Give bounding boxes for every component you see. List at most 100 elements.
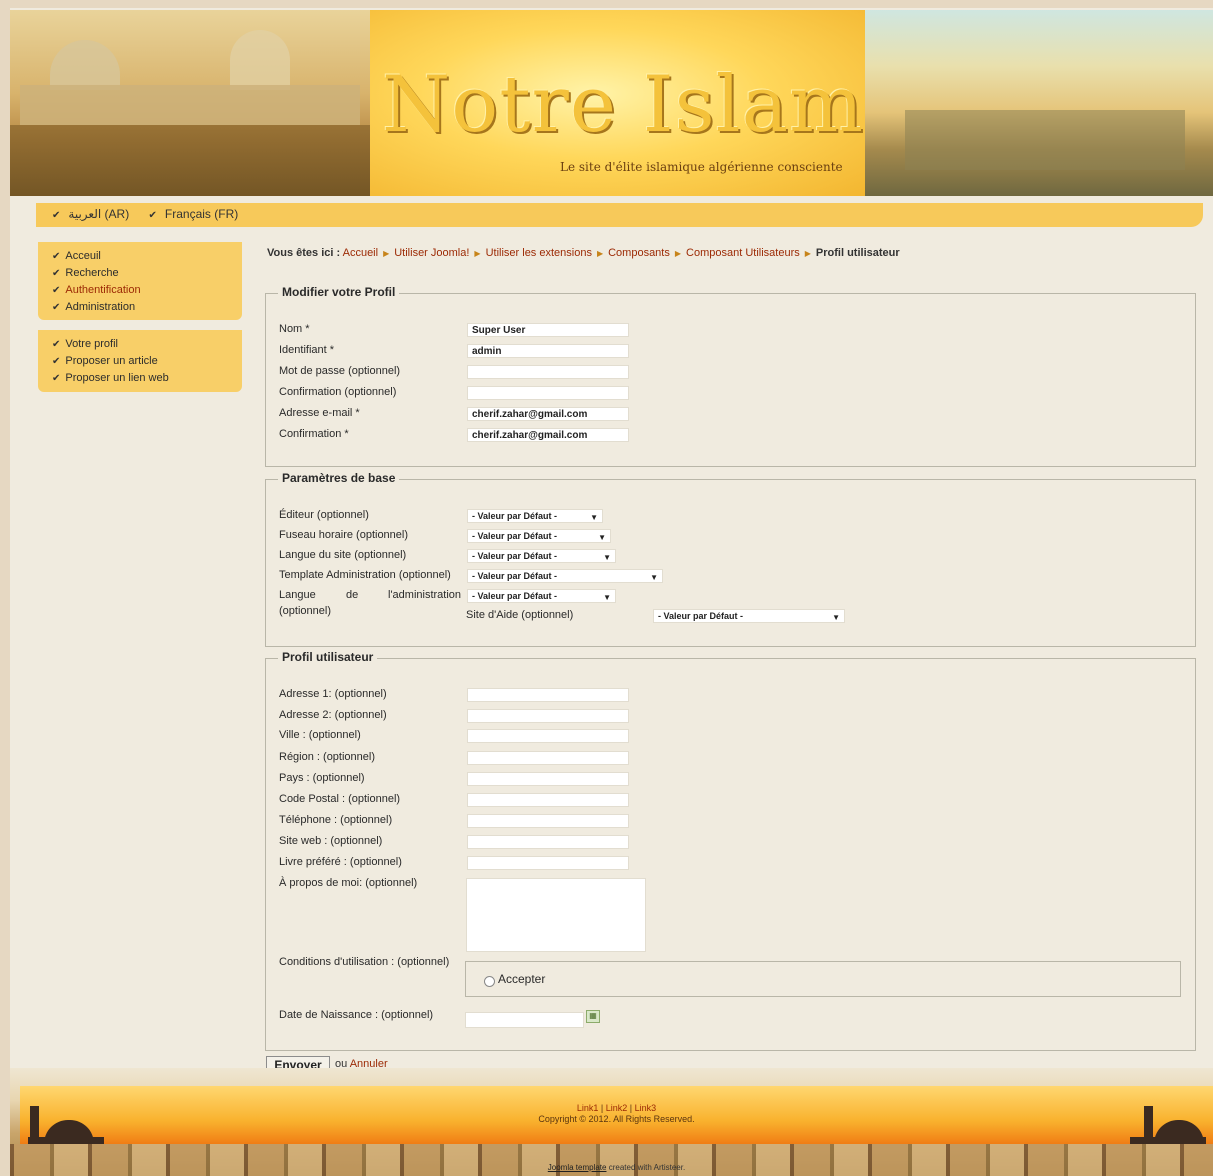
user-profile-fieldset: Profil utilisateur Adresse 1: (optionnel… — [265, 650, 1196, 1051]
check-icon: ✔ — [52, 339, 61, 350]
fieldset-legend: Profil utilisateur — [278, 650, 378, 664]
dob-input[interactable] — [465, 1012, 584, 1028]
credit-link[interactable]: Joomla template — [548, 1163, 607, 1172]
copyright: Copyright © 2012. All Rights Reserved. — [538, 1114, 695, 1124]
footer-link-3[interactable]: Link3 — [635, 1103, 657, 1113]
check-icon: ✔ — [52, 251, 61, 262]
field-label: Langue du site (optionnel) — [279, 549, 407, 561]
breadcrumb-item[interactable]: Utiliser Joomla! — [394, 247, 469, 259]
admin-template-select[interactable]: - Valeur par Défaut - ▼ — [467, 569, 663, 583]
email-confirm-input[interactable]: cherif.zahar@gmail.com — [467, 428, 629, 442]
fieldset-legend: Paramètres de base — [278, 471, 400, 485]
editor-select[interactable]: - Valeur par Défaut - ▼ — [467, 509, 603, 523]
postal-code-input[interactable] — [467, 793, 629, 807]
phone-input[interactable] — [467, 814, 629, 828]
footer-link-1[interactable]: Link1 — [577, 1103, 599, 1113]
field-label: Confirmation (optionnel) — [279, 386, 397, 398]
calendar-icon[interactable]: ▦ — [586, 1010, 600, 1023]
country-input[interactable] — [467, 772, 629, 786]
check-icon: ✔ — [52, 356, 61, 367]
arrow-right-icon: ▶ — [474, 249, 481, 258]
password-input[interactable] — [467, 365, 629, 379]
accept-radio[interactable] — [484, 976, 495, 987]
tos-fieldset: Accepter — [465, 961, 1181, 997]
breadcrumb-item[interactable]: Accueil — [343, 247, 378, 259]
field-label: Région : (optionnel) — [279, 751, 376, 763]
breadcrumb-current: Profil utilisateur — [815, 247, 900, 259]
check-icon: ✔ — [52, 210, 61, 221]
chevron-down-icon: ▼ — [603, 553, 611, 562]
field-label: Adresse e-mail * — [279, 407, 360, 419]
admin-language-select[interactable]: - Valeur par Défaut - ▼ — [467, 589, 616, 603]
about-me-textarea[interactable] — [466, 878, 646, 952]
lang-fr-link[interactable]: ✔ Français (FR) — [149, 207, 247, 221]
chevron-down-icon: ▼ — [603, 593, 611, 602]
field-label: Code Postal : (optionnel) — [279, 793, 401, 805]
field-label: Adresse 2: (optionnel) — [279, 709, 387, 721]
name-input[interactable]: Super User — [467, 323, 629, 337]
header-image-desert — [865, 10, 1213, 196]
timezone-select[interactable]: - Valeur par Défaut - ▼ — [467, 529, 611, 543]
field-label: Nom * — [279, 323, 310, 335]
field-label: Date de Naissance : (optionnel) — [279, 1009, 434, 1021]
email-input[interactable]: cherif.zahar@gmail.com — [467, 407, 629, 421]
password-confirm-input[interactable] — [467, 386, 629, 400]
language-bar: ✔ العربية (AR) ✔ Français (FR) — [36, 203, 1203, 227]
lang-ar-link[interactable]: ✔ العربية (AR) — [52, 207, 137, 221]
username-input[interactable]: admin — [467, 344, 629, 358]
field-label: À propos de moi: (optionnel) — [279, 877, 418, 889]
chevron-down-icon: ▼ — [832, 613, 840, 622]
field-label: Éditeur (optionnel) — [279, 509, 369, 521]
field-label: Site web : (optionnel) — [279, 835, 383, 847]
profile-fieldset: Modifier votre Profil Nom * Super User Id… — [265, 285, 1196, 467]
field-label: Livre préféré : (optionnel) — [279, 856, 402, 868]
field-label: l'administration — [388, 589, 462, 601]
field-label: Ville : (optionnel) — [279, 729, 361, 741]
arrow-right-icon: ▶ — [804, 249, 811, 258]
menu-item-administration[interactable]: ✔ Administration — [52, 299, 242, 316]
favorite-book-input[interactable] — [467, 856, 629, 870]
arrow-right-icon: ▶ — [383, 249, 390, 258]
footer-text: Link1 | Link2 | Link3 Copyright © 2012. … — [0, 1103, 1213, 1125]
check-icon: ✔ — [52, 373, 61, 384]
field-label: Conditions d'utilisation : (optionnel) — [279, 956, 450, 968]
menu-item-proposer-lien[interactable]: ✔ Proposer un lien web — [52, 370, 242, 387]
check-icon: ✔ — [52, 268, 61, 279]
main-menu: ✔ Acceuil ✔ Recherche ✔ Authentification ✔ A… — [38, 242, 242, 320]
breadcrumb-prefix: Vous êtes ici : — [267, 247, 341, 259]
field-label: Template Administration (optionnel) — [279, 569, 451, 581]
menu-item-votre-profil[interactable]: ✔ Votre profil — [52, 336, 242, 353]
breadcrumb-item[interactable]: Utiliser les extensions — [486, 247, 592, 259]
help-site-select[interactable]: - Valeur par Défaut - ▼ — [653, 609, 845, 623]
site-tagline: Le site d'élite islamique algérienne con… — [560, 160, 843, 174]
params-fieldset: Paramètres de base Éditeur (optionnel) - … — [265, 471, 1196, 647]
site-language-select[interactable]: - Valeur par Défaut - ▼ — [467, 549, 616, 563]
chevron-down-icon: ▼ — [598, 533, 606, 542]
breadcrumb-item[interactable]: Composant Utilisateurs — [686, 247, 800, 259]
city-input[interactable] — [467, 729, 629, 743]
address1-input[interactable] — [467, 688, 629, 702]
region-input[interactable] — [467, 751, 629, 765]
field-label: Langue — [279, 589, 316, 601]
check-icon: ✔ — [52, 302, 61, 313]
arrow-right-icon: ▶ — [674, 249, 682, 258]
footer-link-2[interactable]: Link2 — [606, 1103, 628, 1113]
user-menu: ✔ Votre profil ✔ Proposer un article ✔ Prop… — [38, 330, 242, 392]
site-title: Notre Islam — [382, 60, 865, 150]
menu-item-recherche[interactable]: ✔ Recherche — [52, 265, 242, 282]
arrow-right-icon: ▶ — [596, 249, 604, 258]
fieldset-legend: Modifier votre Profil — [278, 285, 400, 299]
breadcrumb-item[interactable]: Composants — [608, 247, 670, 259]
website-input[interactable] — [467, 835, 629, 849]
address2-input[interactable] — [467, 709, 629, 723]
menu-item-authentification[interactable]: ✔ Authentification — [52, 282, 242, 299]
accept-label[interactable]: Accepter — [498, 972, 545, 986]
field-label: Identifiant * — [279, 344, 335, 356]
field-label: Adresse 1: (optionnel) — [279, 688, 387, 700]
menu-item-acceuil[interactable]: ✔ Acceuil — [52, 248, 242, 265]
header-banner: Notre Islam Le site d'élite islamique al… — [370, 10, 865, 196]
field-label: Téléphone : (optionnel) — [279, 814, 393, 826]
menu-item-proposer-article[interactable]: ✔ Proposer un article — [52, 353, 242, 370]
field-label: Fuseau horaire (optionnel) — [279, 529, 409, 541]
check-icon: ✔ — [52, 285, 61, 296]
